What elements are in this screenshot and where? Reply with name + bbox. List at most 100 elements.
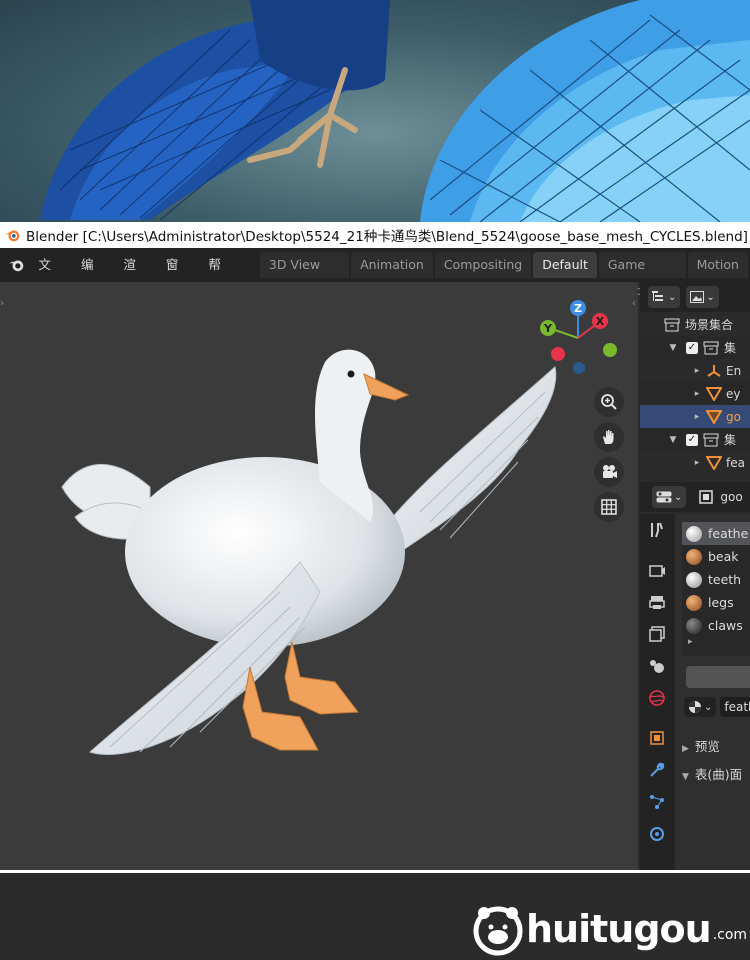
expand-triangle-icon[interactable]: ▸ bbox=[692, 366, 702, 376]
outliner-display-mode-dropdown[interactable]: ⌄ bbox=[648, 286, 681, 308]
material-slot-teeth[interactable]: teeth bbox=[682, 568, 750, 591]
material-name-field[interactable]: feath bbox=[720, 697, 750, 717]
image-layer-icon bbox=[649, 626, 665, 642]
material-slot-label: teeth bbox=[708, 572, 742, 587]
menu-help[interactable]: 帮助 bbox=[199, 248, 241, 306]
chevron-down-icon: ⌄ bbox=[668, 291, 677, 303]
gizmo-neg-y-axis[interactable] bbox=[603, 343, 617, 357]
material-preview-icon bbox=[686, 525, 702, 542]
empty-icon bbox=[707, 364, 721, 377]
menu-file[interactable]: 文件 bbox=[29, 248, 71, 306]
menu-render[interactable]: 渲染 bbox=[114, 248, 156, 306]
tool-tab[interactable] bbox=[640, 514, 674, 546]
outliner-label: go bbox=[726, 409, 741, 424]
blender-menu-icon[interactable] bbox=[4, 248, 29, 282]
gizmo-neg-x-axis[interactable] bbox=[551, 347, 565, 361]
blender-logo-icon bbox=[5, 230, 20, 242]
panel-surface-header[interactable]: ▼ 表(曲)面 bbox=[682, 764, 742, 783]
outliner-label: 集 bbox=[724, 433, 737, 447]
expand-triangle-icon[interactable]: ▸ bbox=[692, 389, 702, 399]
world-icon bbox=[649, 690, 665, 706]
top-menubar: 文件 编辑 渲染 窗口 帮助 3D View Full Animation Co… bbox=[0, 248, 750, 306]
tab-game-logic[interactable]: Game Logic bbox=[598, 252, 686, 298]
material-slot-legs[interactable]: legs bbox=[682, 591, 750, 614]
hero-render-image bbox=[0, 0, 750, 222]
menu-window[interactable]: 窗口 bbox=[157, 248, 199, 306]
render-tab[interactable] bbox=[640, 554, 674, 586]
outliner-row-collection-1[interactable]: ▼ ✓ 集 bbox=[640, 336, 750, 359]
expand-triangle-icon[interactable]: ▼ bbox=[668, 343, 678, 353]
output-tab[interactable] bbox=[640, 586, 674, 618]
material-slot-label: feathe bbox=[708, 526, 749, 541]
camera-view-button[interactable] bbox=[594, 457, 624, 487]
properties-icon bbox=[656, 491, 672, 503]
panel-preview-header[interactable]: ▶ 预览 bbox=[682, 736, 720, 755]
collection-icon bbox=[703, 341, 719, 354]
tab-motion[interactable]: Motion bbox=[687, 252, 748, 278]
particles-tab[interactable] bbox=[640, 786, 674, 818]
material-slot-feathers[interactable]: feathe bbox=[682, 522, 750, 545]
tab-default[interactable]: Default bbox=[533, 252, 597, 278]
outliner-row-goose-selected[interactable]: ▸ go bbox=[640, 405, 750, 428]
outliner-row-eye[interactable]: ▸ ey bbox=[640, 382, 750, 405]
material-slot-label: claws bbox=[708, 618, 743, 633]
material-preview-icon bbox=[686, 571, 702, 588]
watermark-logo: huitugou .com bbox=[470, 901, 747, 957]
material-slot-claws[interactable]: claws bbox=[682, 614, 750, 637]
material-browse-dropdown[interactable]: ⌄ bbox=[684, 697, 717, 717]
render-icon bbox=[649, 565, 665, 577]
outliner-row-collection-2[interactable]: ▼ ✓ 集 bbox=[640, 428, 750, 451]
material-selector[interactable]: ⌄ feath bbox=[684, 696, 750, 718]
object-tab[interactable] bbox=[640, 722, 674, 754]
view-layer-tab[interactable] bbox=[640, 618, 674, 650]
modifier-tab[interactable] bbox=[640, 754, 674, 786]
gizmo-x-label: X bbox=[596, 315, 605, 328]
menu-edit[interactable]: 编辑 bbox=[72, 248, 114, 306]
tab-animation[interactable]: Animation bbox=[351, 252, 433, 278]
3d-viewport[interactable]: › ‹ Z Y X bbox=[0, 282, 638, 870]
expand-triangle-icon[interactable]: ▸ bbox=[692, 412, 702, 422]
tab-3d-view-full[interactable]: 3D View Full bbox=[259, 252, 350, 298]
outliner-label: En bbox=[726, 363, 742, 378]
outliner-row-scene-collection[interactable]: 场景集合 bbox=[640, 313, 750, 336]
gizmo-y-label: Y bbox=[543, 322, 553, 335]
chevron-down-icon: ⌄ bbox=[706, 291, 715, 303]
gizmo-neg-z-axis[interactable] bbox=[573, 362, 585, 374]
watermark-suffix: .com bbox=[712, 927, 748, 943]
watermark-text: huitugou bbox=[526, 907, 712, 951]
pan-button[interactable] bbox=[594, 422, 624, 452]
world-tab[interactable] bbox=[640, 682, 674, 714]
collection-icon bbox=[703, 433, 719, 446]
properties-editor-dropdown[interactable]: ⌄ bbox=[652, 486, 687, 508]
list-resize-icon[interactable]: ▸ bbox=[682, 637, 750, 651]
tab-compositing[interactable]: Compositing bbox=[434, 252, 532, 278]
panel-label: 预览 bbox=[694, 739, 720, 754]
mesh-icon bbox=[706, 409, 722, 424]
outliner-row-feathers[interactable]: ▸ fea bbox=[640, 451, 750, 474]
object-icon bbox=[699, 490, 714, 504]
scene-tab[interactable] bbox=[640, 650, 674, 682]
chevron-down-icon: ⌄ bbox=[704, 701, 713, 713]
material-slot-beak[interactable]: beak bbox=[682, 545, 750, 568]
outliner-tree: 场景集合 ▼ ✓ 集 ▸ En ▸ ey ▸ go ▼ ✓ 集 ▸ fea bbox=[640, 312, 750, 474]
physics-icon bbox=[650, 827, 664, 841]
navigation-gizmo[interactable]: Z Y X bbox=[538, 298, 618, 388]
outliner-header: ⌄ ⌄ bbox=[640, 282, 750, 312]
material-slot-list[interactable]: feathe beak teeth legs claws ▸ bbox=[682, 522, 750, 656]
zoom-button[interactable] bbox=[594, 387, 624, 417]
checkbox-icon[interactable]: ✓ bbox=[686, 341, 698, 354]
outliner-filter-dropdown[interactable]: ⌄ bbox=[686, 286, 719, 308]
outliner-row-empty[interactable]: ▸ En bbox=[640, 359, 750, 382]
expand-triangle-icon[interactable]: ▸ bbox=[692, 458, 702, 468]
zoom-icon bbox=[601, 394, 617, 410]
properties-tab-strip bbox=[640, 514, 674, 870]
checkbox-icon[interactable]: ✓ bbox=[686, 433, 698, 446]
panel-label: 表(曲)面 bbox=[694, 767, 743, 782]
physics-tab[interactable] bbox=[640, 818, 674, 850]
ortho-toggle-button[interactable] bbox=[594, 492, 624, 522]
material-slot-label: beak bbox=[708, 549, 739, 564]
expand-triangle-icon[interactable]: ▼ bbox=[668, 435, 678, 445]
tool-icon bbox=[651, 522, 663, 538]
material-browse-bar[interactable] bbox=[686, 666, 750, 688]
collapsed-triangle-icon: ▶ bbox=[682, 744, 689, 754]
